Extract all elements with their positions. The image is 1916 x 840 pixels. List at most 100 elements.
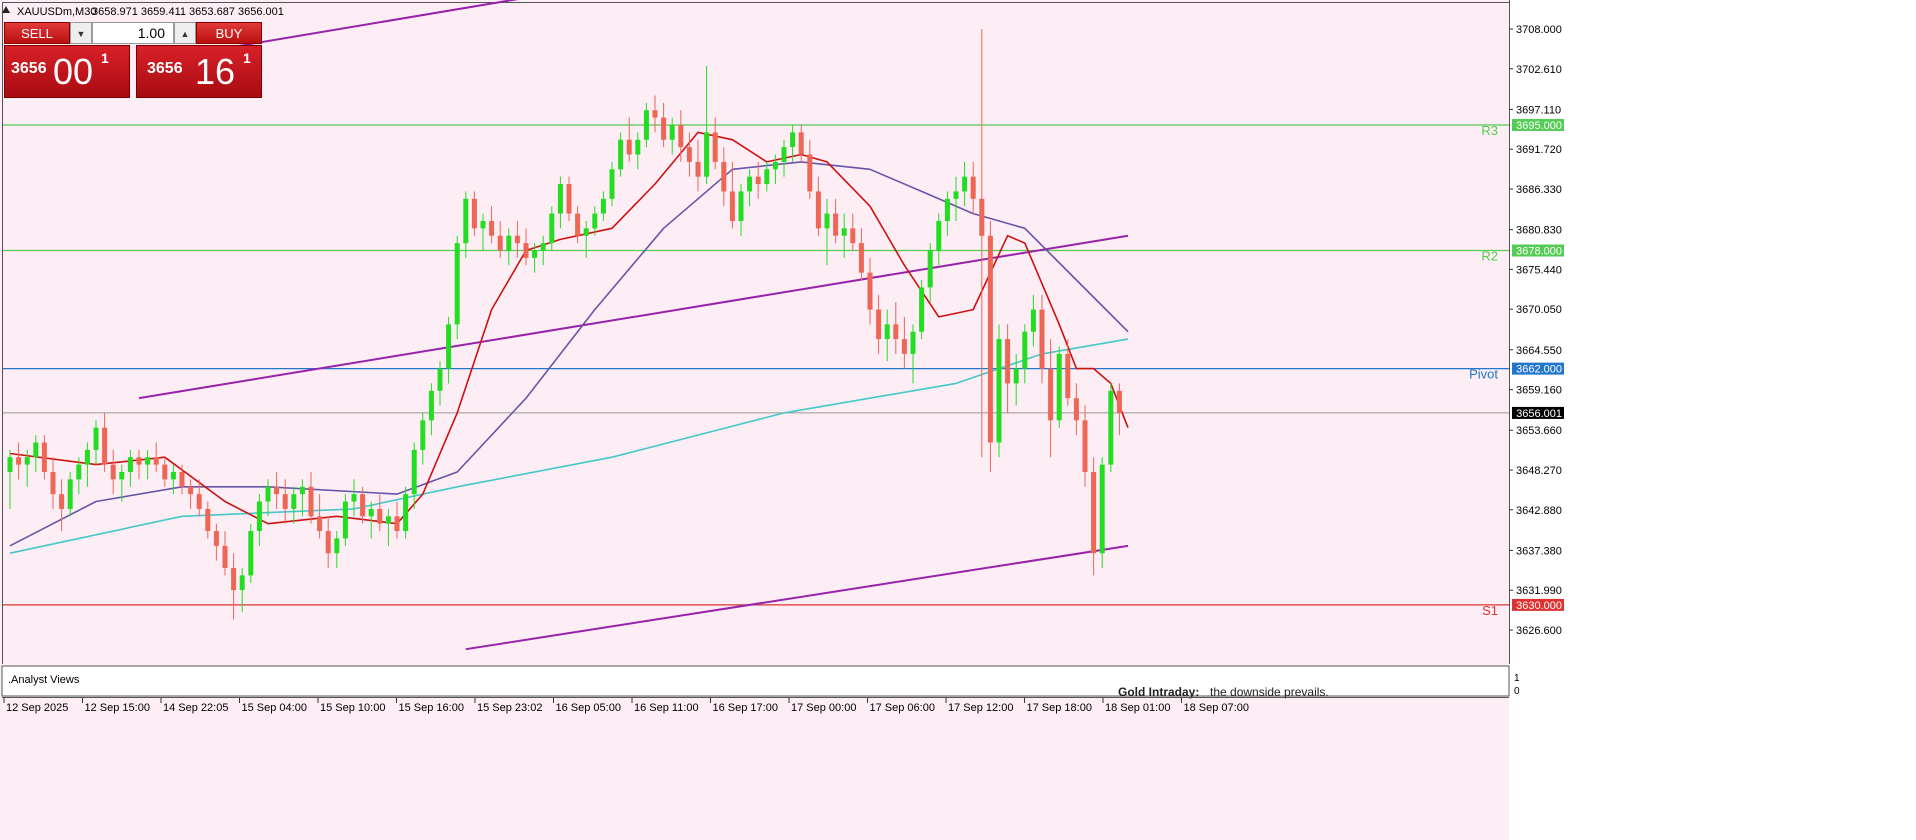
candle-body bbox=[566, 184, 572, 214]
lot-size-input[interactable] bbox=[92, 22, 174, 44]
candle-body bbox=[437, 368, 443, 391]
sell-price-large: 00 bbox=[53, 51, 94, 92]
price-tick-label: 3697.110 bbox=[1516, 104, 1561, 116]
one-click-trading-panel: SELL ▼ ▲ BUY 3656 00 1 3656 16 1 bbox=[4, 22, 262, 98]
candle-body bbox=[876, 309, 882, 340]
candle-body bbox=[858, 243, 864, 273]
candle-body bbox=[127, 457, 133, 472]
buy-button[interactable]: BUY bbox=[196, 22, 262, 44]
price-tick-label: 3691.720 bbox=[1516, 144, 1562, 156]
candle-body bbox=[678, 124, 684, 148]
candle-body bbox=[919, 287, 925, 332]
candle-body bbox=[798, 132, 804, 155]
time-tick-label: 18 Sep 07:00 bbox=[1184, 702, 1249, 714]
level-label-s1: S1 bbox=[1482, 603, 1498, 618]
candle-body bbox=[764, 169, 770, 185]
candle-body bbox=[274, 486, 280, 495]
candle-body bbox=[239, 575, 245, 591]
candle-body bbox=[205, 508, 211, 532]
candle-body bbox=[50, 471, 56, 495]
price-tick-label: 3637.380 bbox=[1516, 545, 1562, 557]
level-price-r3: 3695.000 bbox=[1516, 120, 1562, 132]
indicator-label: .Analyst Views bbox=[8, 674, 80, 686]
candle-body bbox=[325, 531, 331, 554]
time-tick-label: 15 Sep 04:00 bbox=[242, 702, 307, 714]
candle-body bbox=[815, 191, 821, 229]
candle-body bbox=[936, 220, 942, 251]
time-tick-label: 16 Sep 11:00 bbox=[634, 702, 699, 714]
indicator-tick-min: 0 bbox=[1514, 686, 1520, 697]
candle-body bbox=[695, 161, 701, 177]
price-tick-label: 3686.330 bbox=[1516, 184, 1562, 196]
buy-price-button[interactable]: 3656 16 1 bbox=[136, 45, 262, 98]
buy-price-large: 16 bbox=[195, 51, 236, 92]
candle-body bbox=[557, 184, 563, 214]
candle-body bbox=[738, 191, 744, 221]
candle-body bbox=[626, 139, 632, 155]
candle-body bbox=[1091, 471, 1097, 554]
candle-body bbox=[265, 486, 271, 502]
candle-body bbox=[747, 176, 753, 192]
candle-body bbox=[979, 198, 985, 236]
candle-body bbox=[755, 176, 761, 185]
candle-body bbox=[67, 479, 73, 509]
candle-body bbox=[532, 250, 538, 258]
time-tick-label: 16 Sep 05:00 bbox=[556, 702, 621, 714]
sell-button[interactable]: SELL bbox=[4, 22, 70, 44]
candle-body bbox=[910, 331, 916, 354]
level-label-r2: R2 bbox=[1481, 248, 1498, 263]
price-tick-label: 3631.990 bbox=[1516, 585, 1562, 597]
price-chart[interactable]: R3 3695.000 R2 3678.000 Pivot 3662.000 S1 3630.… bbox=[0, 0, 1916, 840]
candle-body bbox=[1030, 309, 1036, 332]
price-tick-label: 3659.160 bbox=[1516, 385, 1562, 397]
candle-body bbox=[170, 471, 176, 480]
time-tick-label: 15 Sep 23:02 bbox=[477, 702, 542, 714]
time-tick-label: 17 Sep 00:00 bbox=[791, 702, 856, 714]
candle-body bbox=[368, 508, 374, 517]
candle-body bbox=[428, 390, 434, 421]
candle-body bbox=[1039, 309, 1045, 369]
candle-body bbox=[342, 501, 348, 539]
candle-body bbox=[162, 464, 168, 480]
candle-body bbox=[196, 494, 202, 509]
candle-body bbox=[463, 198, 469, 244]
candle-body bbox=[179, 471, 185, 487]
time-tick-label: 14 Sep 22:05 bbox=[163, 702, 228, 714]
candle-body bbox=[1099, 464, 1105, 554]
candle-body bbox=[299, 486, 305, 495]
candle-body bbox=[901, 339, 907, 354]
candle-body bbox=[841, 228, 847, 236]
candle-body bbox=[884, 324, 890, 340]
candle-body bbox=[377, 508, 383, 524]
candle-body bbox=[609, 169, 615, 199]
time-tick-label: 15 Sep 10:00 bbox=[320, 702, 385, 714]
candle-body bbox=[807, 154, 813, 192]
lot-increase-button[interactable]: ▲ bbox=[174, 22, 196, 44]
candle-body bbox=[256, 501, 262, 532]
candle-body bbox=[351, 494, 357, 502]
time-tick-label: 12 Sep 2025 bbox=[6, 702, 68, 714]
candle-body bbox=[824, 213, 830, 229]
sell-price-button[interactable]: 3656 00 1 bbox=[4, 45, 130, 98]
candle-body bbox=[686, 147, 692, 162]
candle-body bbox=[385, 516, 391, 524]
candle-body bbox=[76, 464, 82, 480]
candle-body bbox=[1073, 398, 1079, 421]
candle-body bbox=[661, 117, 667, 140]
level-label-pivot: Pivot bbox=[1469, 367, 1498, 382]
chart-symbol-title: XAUUSDm,M30 bbox=[17, 6, 96, 18]
candle-body bbox=[704, 132, 710, 177]
candle-body bbox=[119, 471, 125, 480]
sell-price-sup: 1 bbox=[101, 50, 109, 66]
triangle-down-icon: ▼ bbox=[76, 29, 86, 39]
time-tick-label: 17 Sep 18:00 bbox=[1027, 702, 1092, 714]
time-tick-label: 15 Sep 16:00 bbox=[399, 702, 464, 714]
candle-body bbox=[317, 516, 323, 532]
price-tick-label: 3680.830 bbox=[1516, 225, 1562, 237]
candle-body bbox=[360, 494, 366, 517]
candle-body bbox=[962, 176, 968, 192]
lot-decrease-button[interactable]: ▼ bbox=[70, 22, 92, 44]
buy-price-big: 3656 bbox=[147, 60, 183, 77]
price-axis-background bbox=[1509, 0, 1916, 840]
candle-body bbox=[833, 213, 839, 236]
